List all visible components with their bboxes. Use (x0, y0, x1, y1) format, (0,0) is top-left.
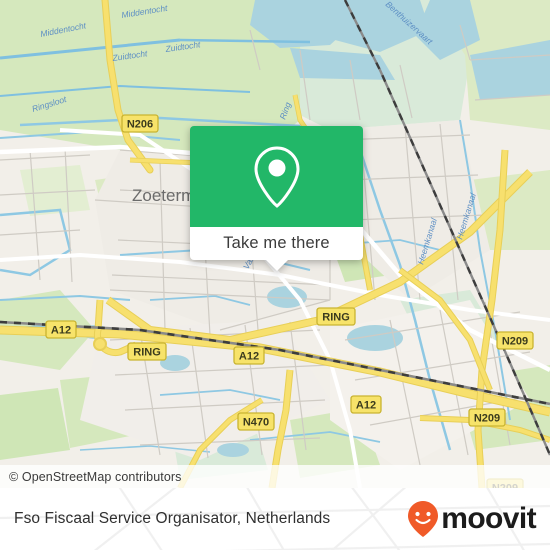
footer-bar: Fso Fiscaal Service Organisator, Netherl… (0, 488, 550, 550)
moovit-pin-icon (408, 501, 439, 537)
svg-text:RING: RING (133, 347, 161, 359)
svg-text:A12: A12 (239, 351, 259, 363)
moovit-wordmark: moovit (441, 502, 536, 535)
moovit-logo[interactable]: moovit (406, 500, 537, 538)
svg-text:N470: N470 (243, 417, 269, 429)
osm-attribution-bar: © OpenStreetMap contributors (0, 465, 550, 488)
map-pin-icon (253, 145, 300, 208)
svg-text:N206: N206 (127, 119, 153, 131)
svg-text:A12: A12 (356, 400, 376, 412)
osm-attribution-text[interactable]: © OpenStreetMap contributors (0, 470, 182, 484)
callout-body[interactable]: Take me there (190, 227, 363, 271)
take-me-there-label: Take me there (223, 234, 330, 252)
screenshot-root: Zoetermeer Middentocht Middentocht Zuidt… (0, 0, 550, 550)
place-title: Fso Fiscaal Service Organisator, Netherl… (14, 510, 331, 527)
callout-pointer (265, 260, 288, 271)
svg-text:RING: RING (322, 312, 350, 324)
take-me-there-callout[interactable]: Take me there (190, 126, 363, 271)
svg-text:N209: N209 (502, 336, 528, 348)
svg-text:A12: A12 (51, 325, 71, 337)
callout-header (190, 126, 363, 227)
svg-text:N209: N209 (474, 413, 500, 425)
